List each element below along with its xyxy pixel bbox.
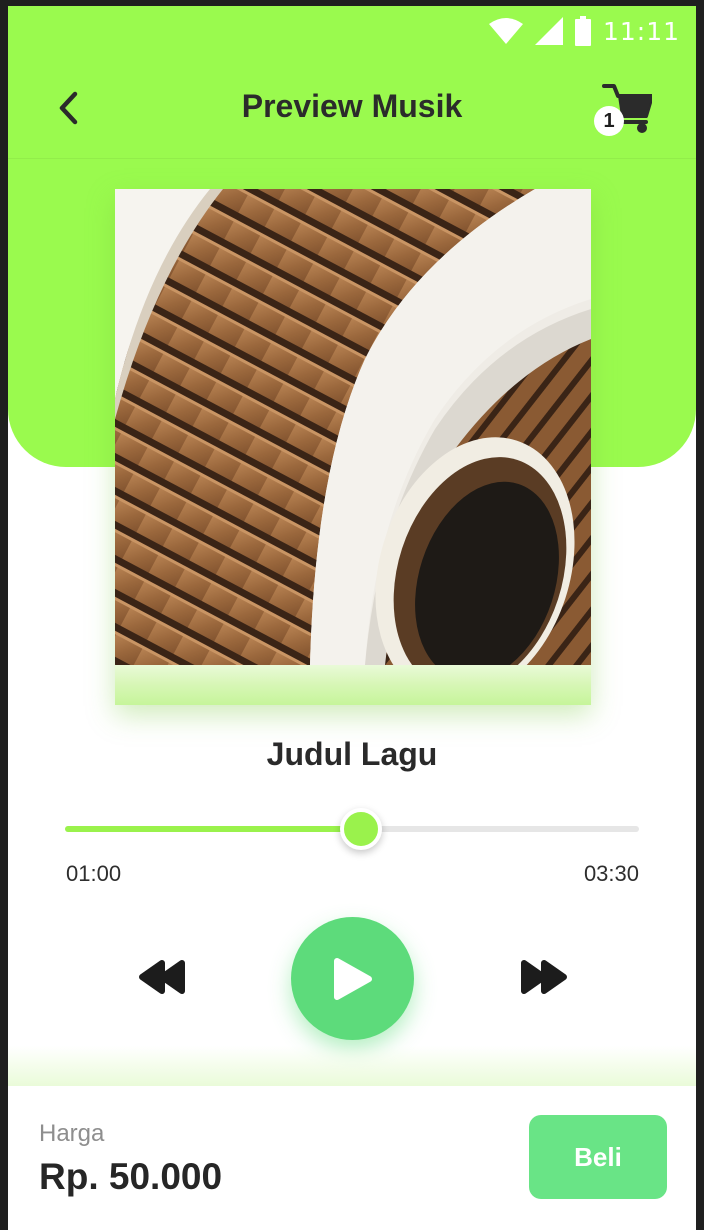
fast-forward-icon <box>521 960 567 994</box>
album-card <box>115 189 591 705</box>
price-value: Rp. 50.000 <box>39 1156 223 1197</box>
progress-thumb[interactable] <box>340 808 383 850</box>
battery-icon <box>574 16 591 46</box>
cart-button[interactable]: 1 <box>590 80 654 138</box>
album-cover-image <box>115 189 591 665</box>
current-time: 01:00 <box>66 861 122 886</box>
wifi-icon <box>488 18 523 44</box>
price-label: Harga <box>39 1120 105 1147</box>
progress-slider[interactable] <box>65 808 639 850</box>
total-time: 03:30 <box>583 861 639 886</box>
rewind-button[interactable] <box>136 957 190 997</box>
header-divider <box>8 158 696 159</box>
cart-count-badge: 1 <box>594 106 624 136</box>
song-title: Judul Lagu <box>266 736 438 772</box>
status-bar: 11:11 <box>488 14 680 48</box>
rewind-icon <box>139 960 185 994</box>
signal-icon <box>534 17 563 45</box>
fast-forward-button[interactable] <box>516 957 570 997</box>
status-time: 11:11 <box>602 16 680 46</box>
purchase-bar: Harga Rp. 50.000 Beli <box>8 1086 696 1230</box>
play-icon <box>333 957 372 1000</box>
buy-button[interactable]: Beli <box>529 1115 667 1199</box>
progress-fill <box>65 826 362 832</box>
app-screen: 11:11 Preview Musik 1 Judul Lagu 01:00 0… <box>8 6 696 1230</box>
play-button[interactable] <box>291 917 414 1040</box>
bottom-bar-shadow <box>8 1046 696 1086</box>
